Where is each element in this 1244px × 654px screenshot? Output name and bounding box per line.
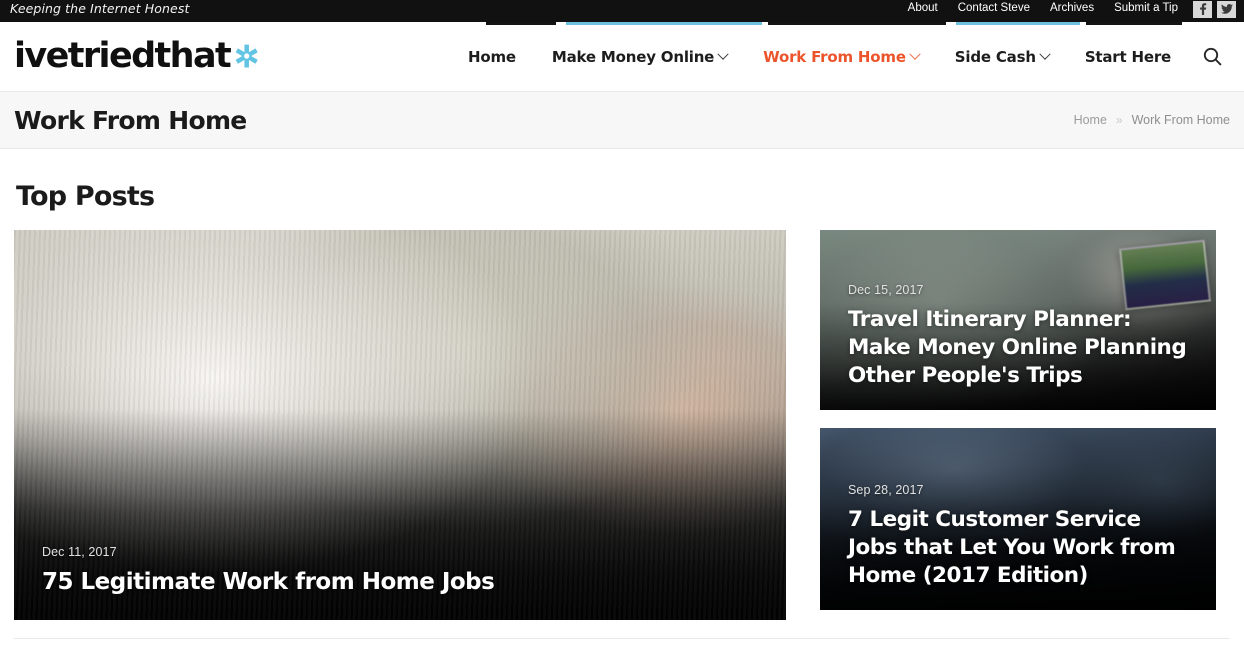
nav-label: Work From Home bbox=[763, 47, 906, 66]
featured-post-title: 75 Legitimate Work from Home Jobs bbox=[42, 568, 495, 595]
nav-label: Side Cash bbox=[954, 47, 1036, 66]
nav-item-work-from-home[interactable]: Work From Home bbox=[745, 48, 937, 66]
breadcrumb-current: Work From Home bbox=[1131, 113, 1230, 127]
side-post-date-2: Sep 28, 2017 bbox=[848, 483, 924, 498]
side-post-date-1: Dec 15, 2017 bbox=[848, 283, 924, 298]
main-content: Top Posts Dec 11, 2017 75 Legitimate Wor… bbox=[0, 181, 1244, 620]
nav-item-make-money-online[interactable]: Make Money Online bbox=[534, 48, 745, 66]
chevron-down-icon bbox=[909, 48, 921, 60]
side-post-card-2[interactable]: Sep 28, 2017 7 Legit Customer Service Jo… bbox=[820, 428, 1216, 610]
chevron-down-icon bbox=[717, 48, 729, 60]
side-post-card-1[interactable]: Dec 15, 2017 Travel Itinerary Planner: M… bbox=[820, 230, 1216, 410]
section-title-top-posts: Top Posts bbox=[16, 181, 155, 212]
nav-item-side-cash[interactable]: Side Cash bbox=[937, 48, 1067, 66]
nav-label: Start Here bbox=[1084, 47, 1171, 66]
topbar-link-archives[interactable]: Archives bbox=[1040, 3, 1104, 15]
asterisk-icon: ✲ bbox=[234, 40, 260, 74]
breadcrumb-home[interactable]: Home bbox=[1074, 113, 1107, 127]
top-posts-grid: Dec 11, 2017 75 Legitimate Work from Hom… bbox=[14, 230, 1230, 620]
site-tagline: Keeping the Internet Honest bbox=[10, 0, 190, 16]
content-divider bbox=[14, 638, 1230, 639]
nav-label: Make Money Online bbox=[551, 47, 715, 66]
nav-item-home[interactable]: Home bbox=[450, 48, 534, 66]
side-post-body-1: Dec 15, 2017 Travel Itinerary Planner: M… bbox=[820, 283, 1216, 410]
featured-post-card[interactable]: Dec 11, 2017 75 Legitimate Work from Hom… bbox=[14, 230, 786, 620]
page-title-bar: Work From Home Home » Work From Home bbox=[0, 92, 1244, 149]
top-utility-links: About Contact Steve Archives Submit a Ti… bbox=[898, 0, 1236, 18]
topbar-link-about[interactable]: About bbox=[898, 3, 948, 15]
nav-label: Home bbox=[468, 47, 516, 66]
chevron-down-icon bbox=[1039, 48, 1051, 60]
featured-post-body: Dec 11, 2017 75 Legitimate Work from Hom… bbox=[14, 545, 786, 620]
page-title: Work From Home bbox=[14, 105, 247, 135]
side-post-title-1: Travel Itinerary Planner: Make Money Onl… bbox=[848, 307, 1187, 389]
featured-post-date: Dec 11, 2017 bbox=[42, 544, 117, 559]
breadcrumb-separator-icon: » bbox=[1115, 113, 1123, 127]
site-header: ivetriedthat ✲ Home Make Money Online Wo… bbox=[0, 22, 1244, 92]
primary-nav: Home Make Money Online Work From Home Si… bbox=[450, 47, 1230, 66]
logo-wordmark: ivetriedthat bbox=[14, 36, 232, 76]
side-post-body-2: Sep 28, 2017 7 Legit Customer Service Jo… bbox=[820, 483, 1216, 610]
top-utility-bar: Keeping the Internet Honest About Contac… bbox=[0, 0, 1244, 25]
breadcrumb: Home » Work From Home bbox=[1074, 113, 1230, 127]
topbar-link-submit-a-tip[interactable]: Submit a Tip bbox=[1104, 3, 1188, 15]
nav-item-start-here[interactable]: Start Here bbox=[1067, 48, 1189, 66]
twitter-icon[interactable] bbox=[1217, 0, 1236, 18]
side-posts-column: Dec 15, 2017 Travel Itinerary Planner: M… bbox=[820, 230, 1216, 610]
facebook-icon[interactable] bbox=[1193, 0, 1212, 18]
site-logo[interactable]: ivetriedthat ✲ bbox=[14, 39, 259, 74]
topbar-link-contact[interactable]: Contact Steve bbox=[948, 3, 1040, 15]
featured-post-column: Dec 11, 2017 75 Legitimate Work from Hom… bbox=[14, 230, 786, 620]
side-post-title-2: 7 Legit Customer Service Jobs that Let Y… bbox=[848, 507, 1176, 589]
search-icon[interactable] bbox=[1189, 47, 1230, 66]
